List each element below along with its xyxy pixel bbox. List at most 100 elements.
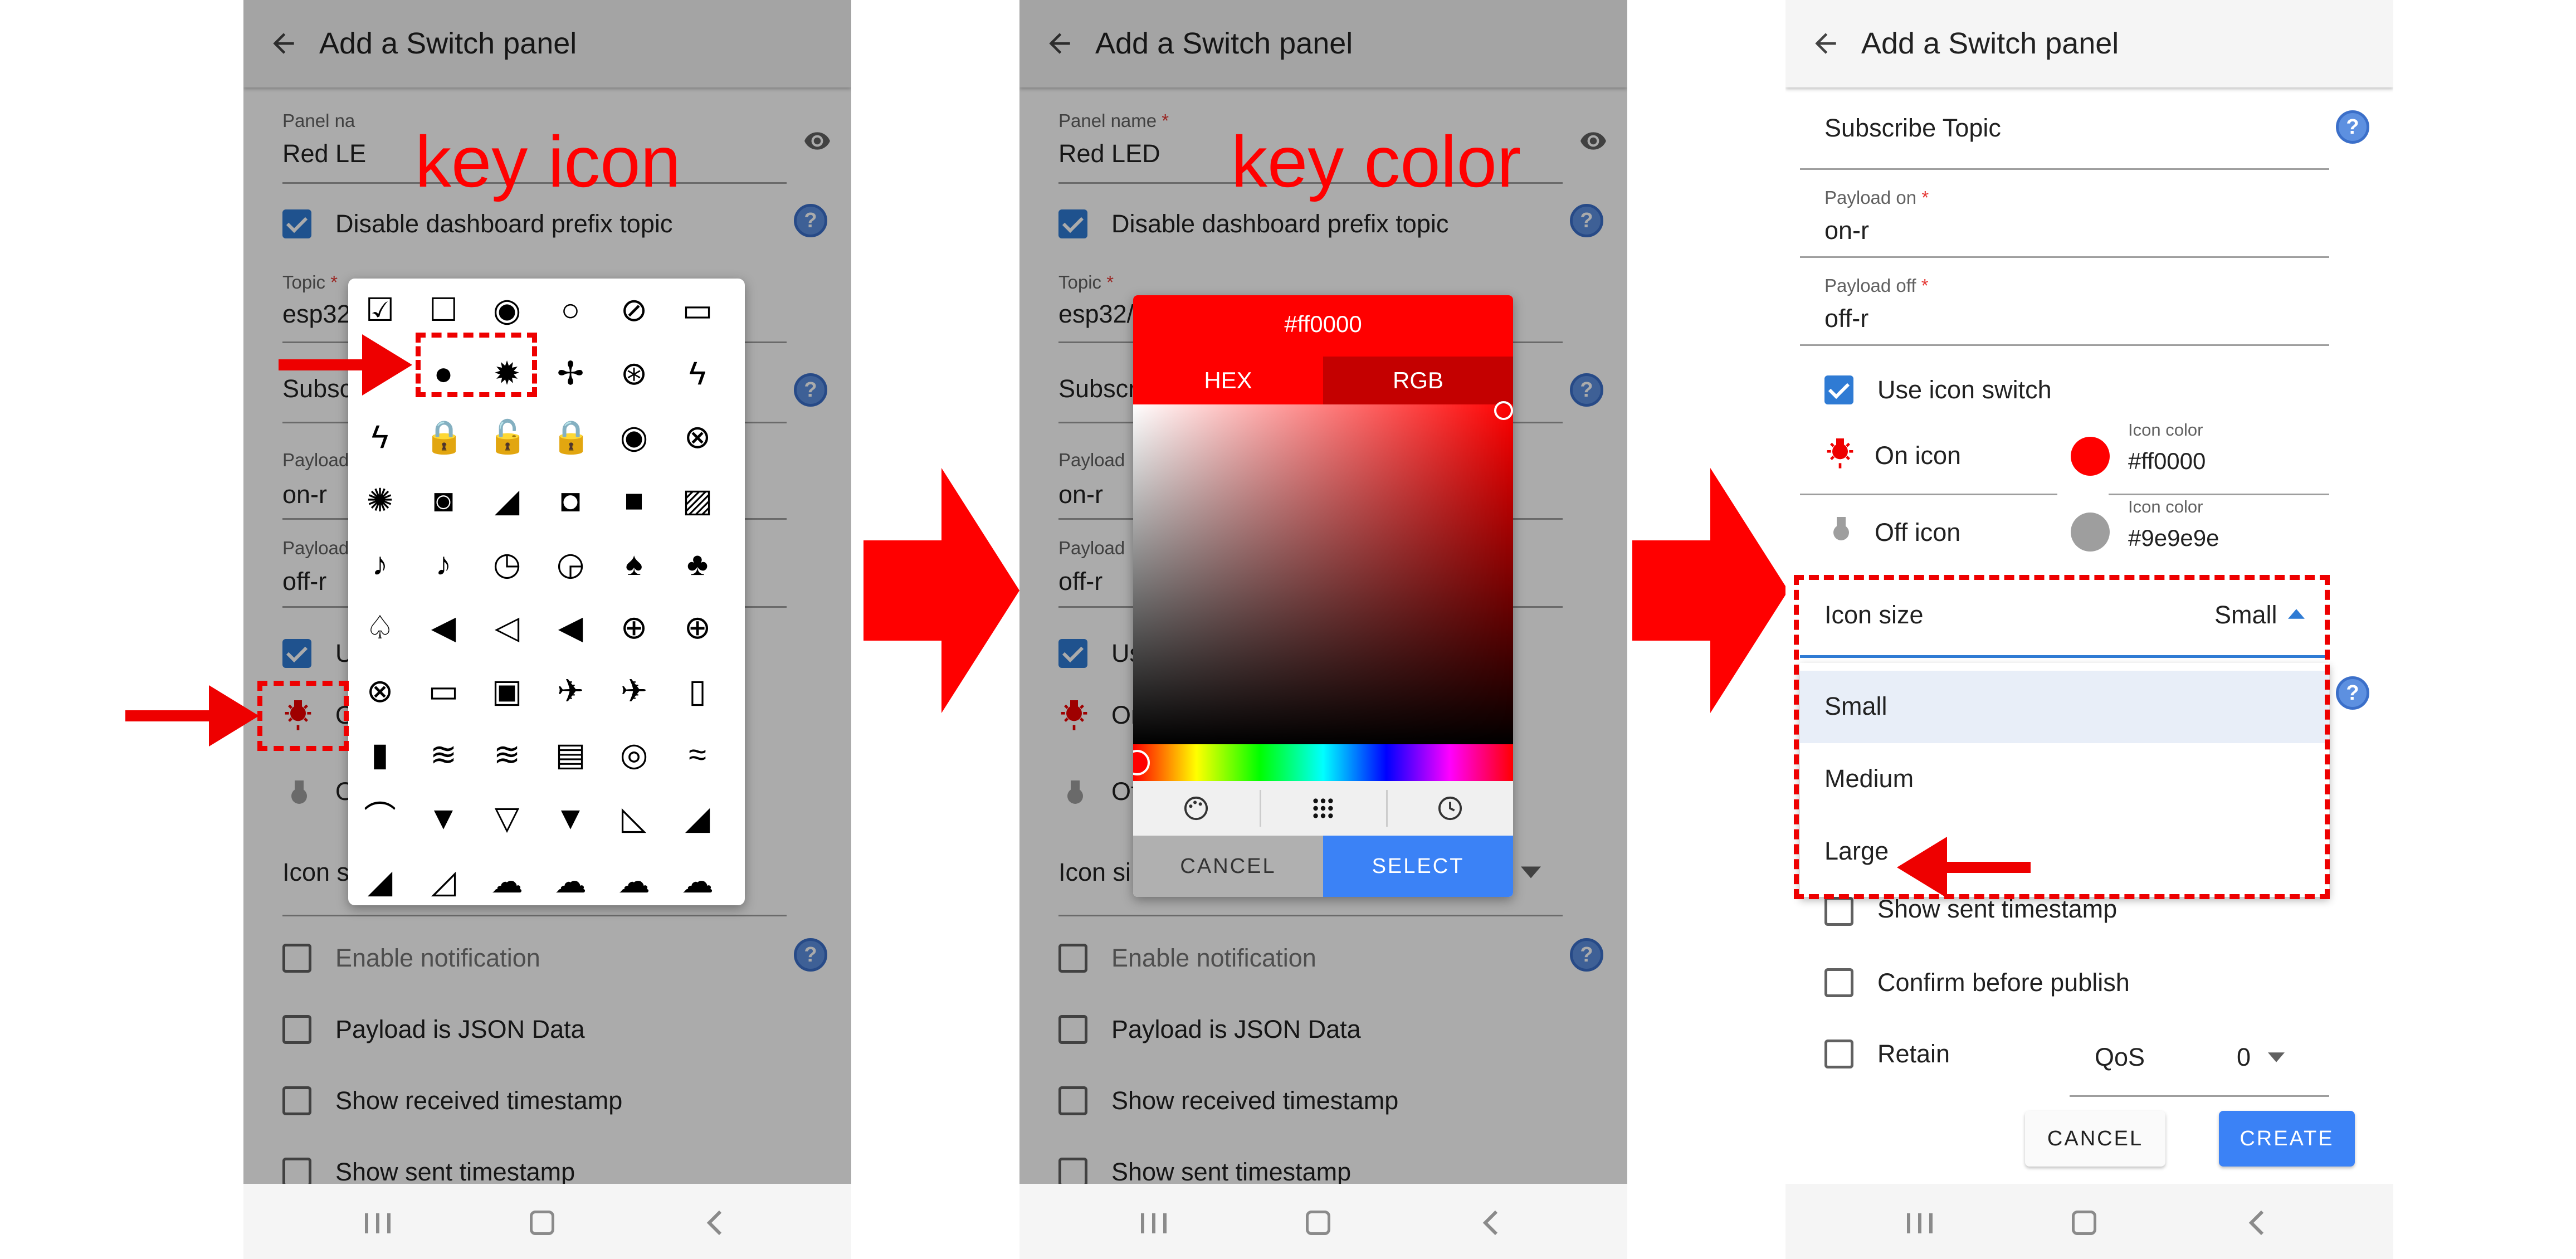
- cloud-outline-icon[interactable]: ☁: [678, 862, 717, 901]
- palette-icon[interactable]: [1183, 796, 1209, 821]
- home-icon[interactable]: [530, 1211, 554, 1235]
- eye-off-icon[interactable]: ⊗: [678, 418, 717, 457]
- checkbox-checked-icon[interactable]: ☑: [360, 291, 399, 330]
- clock-icon[interactable]: [1437, 796, 1463, 821]
- radio-checked-icon[interactable]: ◉: [487, 291, 526, 330]
- color-swatch-on[interactable]: [2071, 437, 2110, 476]
- wifi-strength-1-icon[interactable]: ⌒: [360, 799, 399, 838]
- cloud-off-icon[interactable]: ☁: [614, 862, 653, 901]
- wifi-icon[interactable]: ≈: [678, 735, 717, 774]
- icon-color-value-on[interactable]: #ff0000: [2128, 448, 2206, 475]
- back-nav-icon[interactable]: [706, 1211, 723, 1235]
- color-selector-handle[interactable]: [1494, 401, 1513, 420]
- lock-open-icon[interactable]: 🔓: [487, 418, 528, 457]
- help-icon[interactable]: [2336, 676, 2369, 710]
- door-open-icon[interactable]: ▯: [678, 672, 717, 711]
- help-icon[interactable]: [2336, 110, 2369, 144]
- router-icon[interactable]: ▤: [551, 735, 590, 774]
- crosshair-gps-icon[interactable]: ⊕: [678, 608, 717, 647]
- door-icon[interactable]: ▮: [360, 735, 399, 774]
- cast-icon[interactable]: ▭: [424, 672, 463, 711]
- signal-icon[interactable]: ◢: [678, 799, 717, 838]
- aperture-icon[interactable]: ✺: [360, 481, 399, 520]
- recent-apps-icon[interactable]: [363, 1213, 392, 1233]
- dropdown-caret-icon[interactable]: [2268, 1052, 2285, 1063]
- fan-hub-icon[interactable]: ⊛: [614, 354, 653, 393]
- use-icon-switch-checkbox[interactable]: [1824, 375, 1853, 404]
- airplane-icon[interactable]: ✈: [551, 672, 590, 711]
- airplane-off-icon[interactable]: ✈: [614, 672, 653, 711]
- cancel-button[interactable]: CANCEL: [2025, 1111, 2165, 1167]
- bell-icon[interactable]: ♠: [614, 545, 653, 584]
- cloud-icon[interactable]: ☁: [487, 862, 526, 901]
- hue-slider[interactable]: [1133, 744, 1513, 781]
- signal-outline-icon[interactable]: ◿: [424, 862, 463, 901]
- bell-off-icon[interactable]: ♤: [360, 608, 399, 647]
- bulb-on-icon[interactable]: [1824, 435, 1856, 474]
- crosshair-off-icon[interactable]: ⊗: [360, 672, 399, 711]
- flash-off-icon[interactable]: ϟ: [678, 354, 717, 393]
- volume-off-icon[interactable]: ◁: [487, 608, 526, 647]
- tab-hex[interactable]: HEX: [1133, 357, 1323, 404]
- volume-low-icon[interactable]: ◀: [424, 608, 463, 647]
- signal-alert-icon[interactable]: ◢: [360, 862, 399, 901]
- icon-color-value-off[interactable]: #9e9e9e: [2128, 525, 2219, 552]
- radio-blank-icon[interactable]: ○: [551, 291, 590, 330]
- wifi-off-icon[interactable]: ▽: [487, 799, 526, 838]
- smoking-icon[interactable]: ≋: [424, 735, 463, 774]
- fan-icon[interactable]: ✢: [551, 354, 590, 393]
- mic-off-icon[interactable]: ♪: [424, 545, 463, 584]
- system-nav-bar: [1019, 1184, 1627, 1259]
- home-icon[interactable]: [2072, 1211, 2096, 1235]
- confirm-publish-checkbox[interactable]: [1824, 968, 1853, 997]
- bulb-off-icon[interactable]: [1830, 514, 1852, 544]
- bell-ring-icon[interactable]: ♣: [678, 545, 717, 584]
- arrow-left-icon: [1897, 837, 2031, 898]
- back-nav-icon[interactable]: [2248, 1211, 2265, 1235]
- color-swatch-off[interactable]: [2071, 513, 2110, 552]
- flash-icon[interactable]: ϟ: [360, 418, 399, 457]
- back-arrow-icon[interactable]: [1810, 28, 1841, 59]
- saturation-value-area[interactable]: [1133, 404, 1513, 744]
- recent-apps-icon[interactable]: [1905, 1213, 1934, 1233]
- mic-icon[interactable]: ♪: [360, 545, 399, 584]
- lock-outline-icon[interactable]: 🔒: [551, 418, 591, 457]
- timer-off-icon[interactable]: ◶: [551, 545, 590, 584]
- payload-on-value[interactable]: on-r: [1824, 216, 1869, 245]
- recent-apps-icon[interactable]: [1139, 1213, 1168, 1233]
- back-nav-icon[interactable]: [1482, 1211, 1499, 1235]
- cast-connected-icon[interactable]: ▣: [487, 672, 526, 711]
- tab-rgb[interactable]: RGB: [1323, 357, 1513, 404]
- subscribe-topic-label[interactable]: Subscribe Topic: [1824, 114, 2001, 143]
- wifi-lock-icon[interactable]: ▼: [551, 799, 590, 838]
- checkbox-blank-icon[interactable]: ☐: [424, 291, 463, 330]
- cancel-button[interactable]: CANCEL: [1133, 836, 1323, 897]
- access-point-icon[interactable]: ◎: [614, 735, 653, 774]
- video-icon[interactable]: ■: [614, 481, 653, 520]
- payload-off-value[interactable]: off-r: [1824, 304, 1868, 333]
- cctv-icon[interactable]: ◢: [487, 481, 526, 520]
- grid-icon[interactable]: [1310, 796, 1336, 821]
- block-icon[interactable]: ⊘: [614, 291, 653, 330]
- create-button[interactable]: CREATE: [2219, 1111, 2355, 1167]
- crosshair-icon[interactable]: ⊕: [614, 608, 653, 647]
- qos-underline: [2070, 1095, 2329, 1097]
- eye-icon[interactable]: ◉: [614, 418, 653, 457]
- select-button[interactable]: SELECT: [1323, 836, 1513, 897]
- show-sent-checkbox[interactable]: [1824, 897, 1853, 926]
- wifi-full-icon[interactable]: ▼: [424, 799, 463, 838]
- cloud-check-icon[interactable]: ☁: [551, 862, 590, 901]
- retain-checkbox[interactable]: [1824, 1040, 1853, 1068]
- select-label: SELECT: [1372, 855, 1465, 878]
- video-off-icon[interactable]: ▨: [678, 481, 717, 520]
- qos-value[interactable]: 0: [2237, 1043, 2251, 1072]
- smoking-off-icon[interactable]: ≋: [487, 735, 526, 774]
- timer-icon[interactable]: ◷: [487, 545, 526, 584]
- lock-icon[interactable]: 🔒: [424, 418, 464, 457]
- camera-icon[interactable]: ◙: [424, 481, 463, 520]
- home-icon[interactable]: [1306, 1211, 1330, 1235]
- signal-off-icon[interactable]: ◺: [614, 799, 653, 838]
- camera-mic-icon[interactable]: ◘: [551, 481, 590, 520]
- toggle-icon[interactable]: ▭: [678, 291, 717, 330]
- volume-high-icon[interactable]: ◀: [551, 608, 590, 647]
